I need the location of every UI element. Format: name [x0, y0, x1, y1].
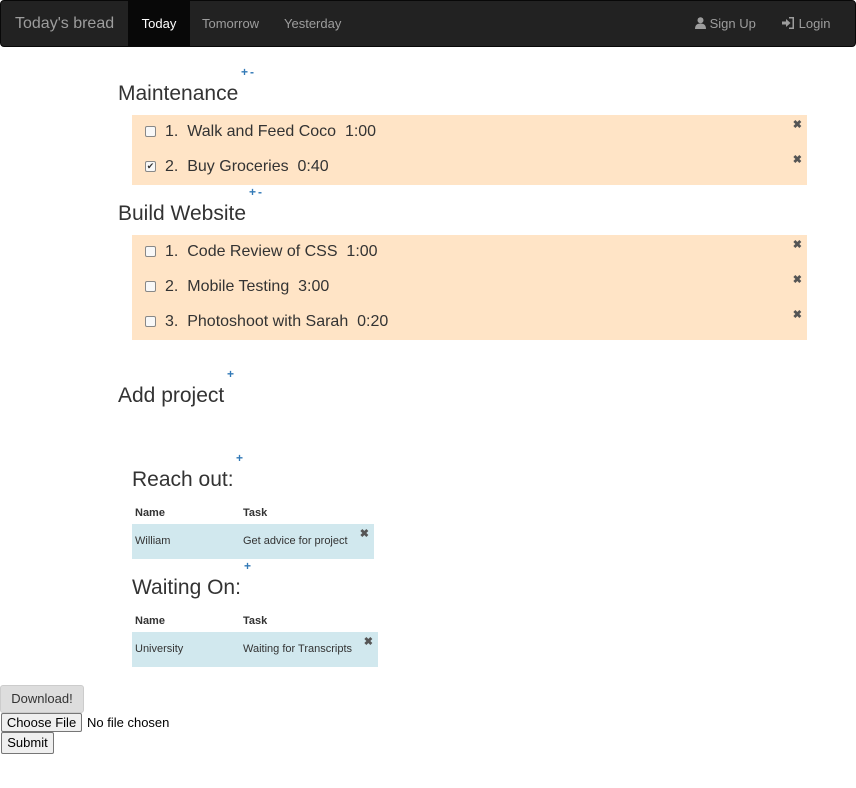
task-text: 1. Code Review of CSS 1:00 — [165, 243, 378, 260]
add-project-heading: Add project — [118, 384, 225, 407]
row-name: William — [135, 535, 171, 547]
project-title: Build Website — [118, 202, 247, 225]
task-item: 2. Mobile Testing 3:00 ✖ — [132, 270, 807, 305]
task-list: 1. Walk and Feed Coco 1:00 ✖ ✔ 2. Buy Gr… — [132, 115, 807, 185]
task-list: 1. Code Review of CSS 1:00 ✖ 2. Mobile T… — [132, 235, 807, 340]
task-checkbox[interactable] — [145, 246, 156, 257]
table-row: University Waiting for Transcripts ✖ — [132, 632, 378, 667]
task-text: 2. Buy Groceries 0:40 — [165, 158, 329, 175]
column-header-name: Name — [135, 615, 165, 627]
task-text: 3. Photoshoot with Sarah 0:20 — [165, 313, 389, 330]
project-title: Maintenance — [118, 82, 239, 105]
column-header-task: Task — [243, 507, 268, 519]
task-text: 2. Mobile Testing 3:00 — [165, 278, 330, 295]
task-item: 3. Photoshoot with Sarah 0:20 ✖ — [132, 305, 807, 340]
task-checkbox[interactable] — [145, 281, 156, 292]
task-checkbox[interactable] — [145, 126, 156, 137]
column-header-name: Name — [135, 507, 165, 519]
add-task-button[interactable]: + — [249, 185, 256, 199]
signup-link[interactable]: Sign Up — [695, 1, 756, 46]
row-task: Waiting for Transcripts — [243, 643, 353, 655]
login-label: Login — [798, 16, 831, 31]
table-row: William Get advice for project ✖ — [132, 524, 374, 559]
choose-file-button[interactable]: Choose File — [1, 713, 82, 732]
remove-icon[interactable]: ✖ — [360, 527, 369, 540]
tab-today[interactable]: Today — [128, 1, 190, 46]
brand-title[interactable]: Today's bread — [15, 15, 114, 33]
task-text: 1. Walk and Feed Coco 1:00 — [165, 123, 377, 140]
task-item: ✔ 2. Buy Groceries 0:40 ✖ — [132, 150, 807, 185]
reach-out-title: Reach out: — [132, 468, 234, 491]
signup-label: Sign Up — [709, 16, 756, 31]
tab-yesterday[interactable]: Yesterday — [284, 1, 341, 46]
remove-icon[interactable]: ✖ — [793, 308, 802, 321]
task-item: 1. Walk and Feed Coco 1:00 ✖ — [132, 115, 807, 150]
remove-icon[interactable]: ✖ — [364, 635, 373, 648]
navbar: Today's bread Today Tomorrow Yesterday S… — [0, 0, 856, 47]
column-header-task: Task — [243, 615, 268, 627]
task-checkbox[interactable] — [145, 316, 156, 327]
remove-icon[interactable]: ✖ — [793, 153, 802, 166]
task-checkbox-checked[interactable]: ✔ — [145, 161, 156, 172]
remove-project-button[interactable]: - — [258, 185, 262, 199]
project-2-controls: + - — [249, 185, 264, 199]
submit-button[interactable]: Submit — [1, 732, 54, 754]
remove-project-button[interactable]: - — [250, 65, 254, 79]
remove-icon[interactable]: ✖ — [793, 238, 802, 251]
task-item: 1. Code Review of CSS 1:00 ✖ — [132, 235, 807, 270]
remove-icon[interactable]: ✖ — [793, 118, 802, 131]
download-button[interactable]: Download! — [0, 685, 84, 713]
row-name: University — [135, 643, 184, 655]
waiting-on-title: Waiting On: — [132, 576, 241, 599]
project-1-controls: + - — [241, 65, 256, 79]
remove-icon[interactable]: ✖ — [793, 273, 802, 286]
tab-tomorrow[interactable]: Tomorrow — [202, 1, 259, 46]
add-waiting-on-button[interactable]: + — [244, 559, 251, 573]
add-project-button[interactable]: + — [227, 367, 234, 381]
add-task-button[interactable]: + — [241, 65, 248, 79]
add-reach-out-button[interactable]: + — [236, 451, 243, 465]
login-link[interactable]: Login — [782, 1, 830, 46]
user-icon — [695, 16, 710, 31]
login-icon — [782, 16, 799, 31]
row-task: Get advice for project — [243, 535, 348, 547]
file-status: No file chosen — [87, 715, 170, 730]
